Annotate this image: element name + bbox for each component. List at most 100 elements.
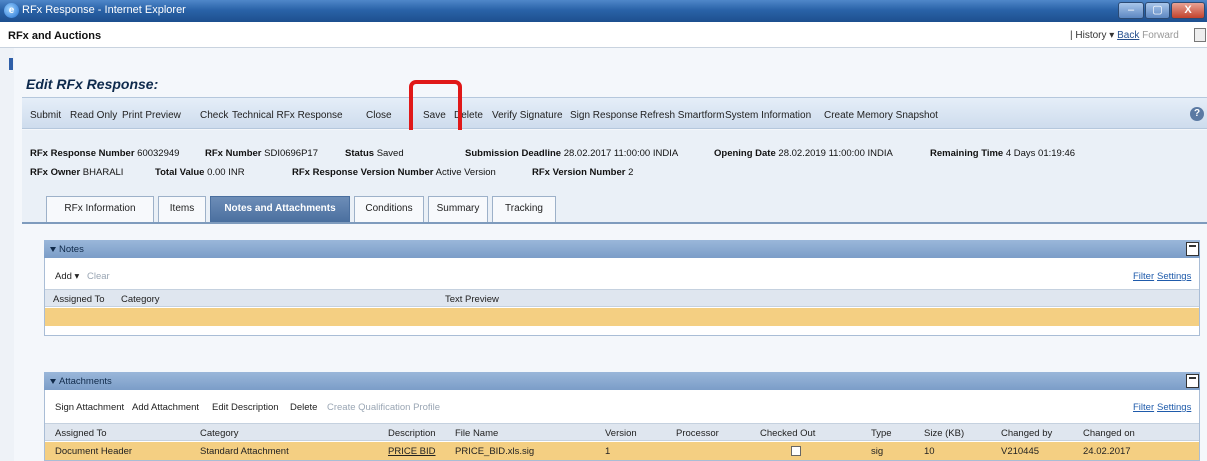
table-row[interactable]: [45, 308, 1199, 326]
technical-response-button[interactable]: Technical RFx Response: [232, 110, 343, 121]
delete-attachment-button[interactable]: Delete: [290, 402, 317, 413]
attachments-tray-header[interactable]: Attachments: [44, 372, 1200, 390]
column-changed-by[interactable]: Changed by: [1001, 428, 1052, 439]
tab-rfx-information[interactable]: RFx Information: [46, 196, 154, 222]
notes-filter-link[interactable]: Filter: [1133, 271, 1154, 282]
sign-attachment-button[interactable]: Sign Attachment: [55, 402, 124, 413]
close-button[interactable]: Close: [366, 110, 392, 121]
cell-file-name: PRICE_BID.xls.sig: [455, 446, 535, 457]
separator: |: [1070, 30, 1073, 41]
tab-conditions[interactable]: Conditions: [354, 196, 424, 222]
window-titlebar: e RFx Response - Internet Explorer – ▢ X: [0, 0, 1207, 22]
column-description[interactable]: Description: [388, 428, 436, 439]
cell-size: 10: [924, 446, 935, 457]
column-version[interactable]: Version: [605, 428, 637, 439]
cell-category: Standard Attachment: [200, 446, 289, 457]
expand-arrow-icon: [50, 246, 56, 252]
attachments-tray: Sign Attachment Add Attachment Edit Desc…: [44, 390, 1200, 461]
notes-tray-header[interactable]: Notes: [44, 240, 1200, 258]
column-size[interactable]: Size (KB): [924, 428, 964, 439]
tab-items[interactable]: Items: [158, 196, 206, 222]
notes-title: Notes: [50, 244, 84, 255]
table-row[interactable]: Document Header Standard Attachment PRIC…: [45, 442, 1199, 460]
notes-column-header: Assigned To Category Text Preview: [45, 289, 1199, 307]
column-assigned-to[interactable]: Assigned To: [55, 428, 107, 439]
tab-summary[interactable]: Summary: [428, 196, 488, 222]
collapse-handle[interactable]: [9, 58, 13, 70]
cell-version: 1: [605, 446, 611, 457]
column-file-name[interactable]: File Name: [455, 428, 498, 439]
column-checked-out[interactable]: Checked Out: [760, 428, 815, 439]
left-strip: [0, 48, 14, 461]
response-number-field: RFx Response Number 60032949: [30, 148, 180, 159]
window-title: RFx Response - Internet Explorer: [22, 4, 186, 16]
column-assigned-to[interactable]: Assigned To: [53, 294, 105, 305]
sign-response-button[interactable]: Sign Response: [570, 110, 638, 121]
maximize-button[interactable]: ▢: [1145, 2, 1170, 19]
notes-tray: Add ▾ Clear Filter Settings Assigned To …: [44, 258, 1200, 336]
response-version-field: RFx Response Version Number Active Versi…: [292, 167, 496, 178]
collapse-icon[interactable]: [1186, 374, 1199, 388]
cell-description-link[interactable]: PRICE BID: [388, 446, 436, 457]
read-only-button[interactable]: Read Only: [70, 110, 117, 121]
system-information-button[interactable]: System Information: [725, 110, 811, 121]
back-link[interactable]: Back: [1117, 30, 1139, 41]
column-processor[interactable]: Processor: [676, 428, 719, 439]
cell-changed-on: 24.02.2017: [1083, 446, 1131, 457]
check-button[interactable]: Check: [200, 110, 228, 121]
opening-date-field: Opening Date 28.02.2019 11:00:00 INDIA: [714, 148, 893, 159]
expand-arrow-icon: [50, 378, 56, 384]
column-category[interactable]: Category: [121, 294, 160, 305]
clear-note-button[interactable]: Clear: [87, 271, 110, 282]
help-icon[interactable]: ?: [1190, 107, 1204, 121]
rfx-owner-field: RFx Owner BHARALI: [30, 167, 124, 178]
tab-tracking[interactable]: Tracking: [492, 196, 556, 222]
history-nav: | History ▾ Back Forward: [1070, 30, 1179, 41]
rfx-number-field: RFx Number SDI0696P17: [205, 148, 318, 159]
chevron-down-icon: ▾: [1109, 30, 1115, 41]
column-text-preview[interactable]: Text Preview: [445, 294, 499, 305]
edit-description-button[interactable]: Edit Description: [212, 402, 279, 413]
menu-icon[interactable]: [1194, 28, 1206, 42]
add-note-button[interactable]: Add ▾: [55, 271, 79, 282]
column-category[interactable]: Category: [200, 428, 239, 439]
tab-strip: RFx Information Items Notes and Attachme…: [22, 190, 1207, 224]
refresh-smartform-button[interactable]: Refresh Smartform: [640, 110, 724, 121]
history-link[interactable]: History: [1075, 30, 1106, 41]
total-value-field: Total Value 0.00 INR: [155, 167, 245, 178]
cell-assigned-to: Document Header: [55, 446, 133, 457]
remaining-time-field: Remaining Time 4 Days 01:19:46: [930, 148, 1076, 159]
attachments-settings-link[interactable]: Settings: [1157, 402, 1191, 413]
collapse-icon[interactable]: [1186, 242, 1199, 256]
column-type[interactable]: Type: [871, 428, 892, 439]
notes-settings-link[interactable]: Settings: [1157, 271, 1191, 282]
submission-deadline-field: Submission Deadline 28.02.2017 11:00:00 …: [465, 148, 679, 159]
response-header: RFx Response Number 60032949 RFx Number …: [22, 130, 1207, 190]
rfx-version-field: RFx Version Number 2: [532, 167, 634, 178]
column-changed-on[interactable]: Changed on: [1083, 428, 1135, 439]
print-preview-button[interactable]: Print Preview: [122, 110, 181, 121]
close-window-button[interactable]: X: [1171, 2, 1205, 19]
chevron-down-icon: ▾: [74, 271, 80, 282]
attachments-column-header: Assigned To Category Description File Na…: [45, 423, 1199, 441]
page-title: Edit RFx Response:: [26, 76, 159, 92]
attachments-filter-link[interactable]: Filter: [1133, 402, 1154, 413]
attachments-title: Attachments: [50, 376, 112, 387]
status-field: Status Saved: [345, 148, 404, 159]
checked-out-checkbox[interactable]: [791, 446, 801, 456]
app-name: RFx and Auctions: [8, 30, 102, 42]
verify-signature-button[interactable]: Verify Signature: [492, 110, 563, 121]
create-qualification-profile-button[interactable]: Create Qualification Profile: [327, 402, 440, 413]
internet-explorer-icon: e: [4, 3, 19, 18]
main-toolbar: Submit Read Only Print Preview Check Tec…: [22, 97, 1207, 129]
highlight-box: [409, 80, 462, 137]
submit-button[interactable]: Submit: [30, 110, 61, 121]
forward-link[interactable]: Forward: [1142, 30, 1179, 41]
cell-type: sig: [871, 446, 884, 457]
create-memory-snapshot-button[interactable]: Create Memory Snapshot: [824, 110, 938, 121]
portal-header: RFx and Auctions | History ▾ Back Forwar…: [0, 22, 1207, 48]
minimize-button[interactable]: –: [1118, 2, 1144, 19]
cell-changed-by: V210445: [1001, 446, 1040, 457]
add-attachment-button[interactable]: Add Attachment: [132, 402, 199, 413]
tab-notes-and-attachments[interactable]: Notes and Attachments: [210, 196, 350, 222]
